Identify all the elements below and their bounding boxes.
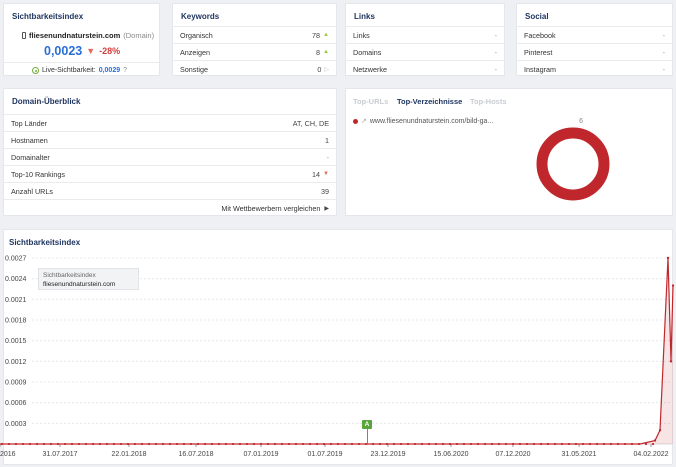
row-value: - bbox=[326, 152, 329, 162]
keywords-row-organic[interactable]: Organisch 78 ▲ bbox=[173, 26, 336, 43]
live-value: 0,0029 bbox=[98, 67, 121, 74]
row-value: 39 bbox=[321, 186, 329, 196]
row-value: - bbox=[662, 64, 665, 74]
row-label: Anzeigen bbox=[180, 47, 210, 57]
trend-up-icon: ▲ bbox=[323, 32, 329, 38]
social-card: Social Facebook - Pinterest - Instagram … bbox=[516, 3, 673, 76]
social-row-facebook[interactable]: Facebook - bbox=[517, 26, 672, 43]
row-value: - bbox=[662, 47, 665, 57]
row-value: 14 bbox=[312, 169, 321, 179]
row-value: - bbox=[494, 64, 497, 74]
visibility-chart-card bbox=[3, 229, 673, 465]
annotation-label: A bbox=[364, 421, 370, 428]
annotation-stem bbox=[366, 429, 368, 445]
directory-ring[interactable] bbox=[536, 127, 610, 201]
domain-suffix: (Domain) bbox=[123, 31, 155, 40]
overview-row-domain-age[interactable]: Domainalter - bbox=[4, 148, 336, 165]
row-value: 1 bbox=[325, 135, 329, 145]
tab-top-hosts[interactable]: Top-Hosts bbox=[470, 97, 507, 106]
compare-competitors-link[interactable]: Mit Wettbewerbern vergleichen ▶ bbox=[4, 199, 336, 216]
links-card-title: Links bbox=[354, 12, 375, 21]
row-label: Domainalter bbox=[11, 152, 50, 162]
overview-row-countries[interactable]: Top Länder AT, CH, DE bbox=[4, 114, 336, 131]
live-icon bbox=[32, 67, 39, 74]
row-label: Top Länder bbox=[11, 118, 47, 128]
overview-row-urls[interactable]: Anzahl URLs 39 bbox=[4, 182, 336, 199]
row-label: Instagram bbox=[524, 64, 556, 74]
links-row-domains[interactable]: Domains - bbox=[346, 43, 504, 60]
row-value: 0 bbox=[317, 64, 322, 74]
row-label: Facebook bbox=[524, 30, 556, 40]
trend-down-icon: ▼ bbox=[323, 171, 329, 177]
row-label: Top-10 Rankings bbox=[11, 169, 65, 179]
keywords-card-title: Keywords bbox=[181, 12, 220, 21]
row-label: Pinterest bbox=[524, 47, 553, 57]
social-row-pinterest[interactable]: Pinterest - bbox=[517, 43, 672, 60]
help-icon[interactable]: ? bbox=[123, 67, 127, 74]
chart-legend: Sichtbarkeitsindex fliesenundnaturstein.… bbox=[38, 268, 139, 290]
legend-domain: fliesenundnaturstein.com bbox=[43, 281, 116, 288]
trend-neutral-icon: ▷ bbox=[324, 66, 329, 73]
row-label: Organisch bbox=[180, 30, 213, 40]
links-row-links[interactable]: Links - bbox=[346, 26, 504, 43]
domain-name[interactable]: fliesenundnaturstein.com bbox=[29, 31, 120, 40]
links-row-networks[interactable]: Netzwerke - bbox=[346, 60, 504, 77]
row-value: - bbox=[662, 30, 665, 40]
keywords-row-other[interactable]: Sonstige 0 ▷ bbox=[173, 60, 336, 77]
row-label: Domains bbox=[353, 47, 382, 57]
mobile-icon bbox=[22, 32, 26, 39]
overview-row-top10[interactable]: Top-10 Rankings 14 ▼ bbox=[4, 165, 336, 182]
row-value: AT, CH, DE bbox=[292, 118, 329, 128]
row-value: - bbox=[494, 30, 497, 40]
row-label: Sonstige bbox=[180, 64, 208, 74]
live-label: Live-Sichtbarkeit: bbox=[42, 67, 96, 74]
legend-label: Sichtbarkeitsindex bbox=[43, 272, 96, 279]
visibility-card-title: Sichtbarkeitsindex bbox=[12, 12, 84, 21]
directory-ring-chart bbox=[536, 127, 610, 201]
directory-url[interactable]: www.fliesenundnaturstein.com/bild-ga... bbox=[370, 118, 493, 125]
row-label: Netzwerke bbox=[353, 64, 387, 74]
row-label: Anzahl URLs bbox=[11, 186, 53, 196]
series-dot-icon bbox=[353, 118, 358, 124]
row-value: 8 bbox=[316, 47, 321, 57]
compare-link-label: Mit Wettbewerbern vergleichen bbox=[221, 203, 321, 213]
trend-up-icon: ▲ bbox=[323, 49, 329, 55]
chevron-right-icon: ▶ bbox=[324, 205, 329, 212]
row-label: Links bbox=[353, 30, 370, 40]
social-row-instagram[interactable]: Instagram - bbox=[517, 60, 672, 77]
visibility-change: -28% bbox=[99, 46, 121, 56]
social-card-title: Social bbox=[525, 12, 549, 21]
links-card: Links Links - Domains - Netzwerke - bbox=[345, 3, 505, 76]
top-directories-card bbox=[345, 88, 673, 216]
visibility-value: 0,0023 bbox=[44, 44, 83, 58]
live-visibility: Live-Sichtbarkeit: 0,0029 ? bbox=[32, 67, 127, 74]
annotation-marker[interactable]: A bbox=[362, 420, 372, 429]
row-value: - bbox=[494, 47, 497, 57]
domain-line: fliesenundnaturstein.com (Domain) bbox=[22, 31, 154, 40]
domain-overview-card: Domain-Überblick Top Länder AT, CH, DE H… bbox=[3, 88, 337, 216]
domain-overview-title: Domain-Überblick bbox=[12, 97, 81, 106]
overview-row-hostnames[interactable]: Hostnamen 1 bbox=[4, 131, 336, 148]
keywords-card: Keywords Organisch 78 ▲ Anzeigen 8 ▲ Son… bbox=[172, 3, 337, 76]
row-label: Hostnamen bbox=[11, 135, 48, 145]
visibility-value-line: 0,0023 ▼ -28% bbox=[44, 44, 120, 58]
visibility-card: Sichtbarkeitsindex fliesenundnaturstein.… bbox=[3, 3, 160, 76]
external-link-icon[interactable]: ↗ bbox=[361, 117, 367, 125]
tab-top-urls[interactable]: Top-URLs bbox=[353, 97, 388, 106]
chart-title: Sichtbarkeitsindex bbox=[9, 238, 81, 247]
row-value: 78 bbox=[312, 30, 321, 40]
trend-down-icon: ▼ bbox=[86, 46, 96, 56]
tab-top-directories[interactable]: Top-Verzeichnisse bbox=[397, 97, 462, 106]
keywords-row-ads[interactable]: Anzeigen 8 ▲ bbox=[173, 43, 336, 60]
